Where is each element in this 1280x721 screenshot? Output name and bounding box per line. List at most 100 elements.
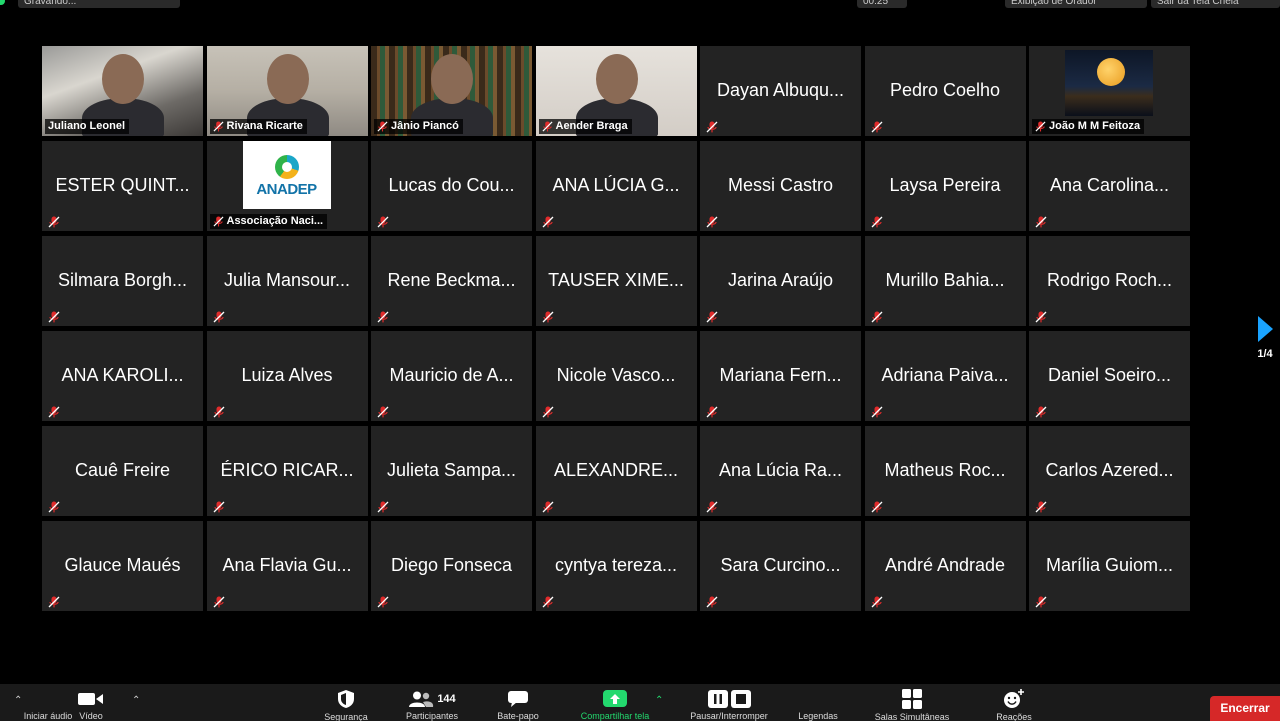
logo-text: ANADEP [256, 181, 317, 198]
people-icon [409, 691, 434, 707]
audio-label: Iniciar áudio [23, 711, 73, 721]
participant-tile[interactable]: Lucas do Cou... [371, 141, 532, 231]
exit-fullscreen-button[interactable]: Sair da Tela Cheia [1151, 0, 1280, 8]
participant-tile[interactable]: Messi Castro [700, 141, 861, 231]
participant-tile[interactable]: Carlos Azered... [1029, 426, 1190, 516]
chat-label: Bate-papo [497, 711, 539, 721]
participant-tile[interactable]: ALEXANDRE... [535, 426, 697, 516]
participant-name: Pedro Coelho [889, 80, 1001, 100]
participant-tile[interactable]: Cauê Freire [42, 426, 203, 516]
next-page-control[interactable]: 1/4 [1252, 316, 1278, 360]
participant-tile[interactable]: André Andrade [864, 521, 1026, 611]
participant-tile[interactable]: Glauce Maués [42, 521, 203, 611]
share-options-caret-icon[interactable]: ⌃ [655, 695, 663, 706]
participant-tile[interactable]: Rodrigo Roch... [1029, 236, 1190, 326]
muted-microphone-icon [1035, 121, 1046, 132]
participant-tile[interactable]: Mauricio de A... [371, 331, 532, 421]
participant-tile[interactable]: Matheus Roc... [864, 426, 1026, 516]
participant-name-label: Juliano Leonel [45, 119, 130, 134]
participant-tile[interactable]: ANA KAROLI... [42, 331, 203, 421]
reactions-button[interactable]: Reações [986, 684, 1042, 721]
participant-tile[interactable]: Julieta Sampa... [371, 426, 532, 516]
participant-tile[interactable]: Daniel Soeiro... [1029, 331, 1190, 421]
video-options-caret-icon[interactable]: ⌃ [132, 695, 140, 706]
participant-name: Laysa Pereira [889, 175, 1001, 195]
participant-name-label: João M M Feitoza [1032, 119, 1145, 134]
participant-name: Marília Guiom... [1045, 555, 1174, 575]
muted-microphone-icon [871, 595, 883, 608]
participant-tile[interactable]: Diego Fonseca [371, 521, 532, 611]
muted-microphone-icon [377, 310, 389, 323]
security-button[interactable]: Segurança [316, 684, 376, 721]
end-meeting-button[interactable]: Encerrar [1210, 696, 1280, 721]
participant-tile[interactable]: Pedro Coelho [864, 46, 1026, 136]
participant-name: TAUSER XIME... [548, 270, 684, 290]
grid-icon [902, 689, 922, 709]
participant-name: Daniel Soeiro... [1047, 365, 1172, 385]
video-camera-icon [78, 689, 104, 708]
audio-button[interactable]: Iniciar áudio [24, 684, 73, 721]
audio-options-caret-icon[interactable]: ⌃ [14, 695, 22, 706]
chat-button[interactable]: Bate-papo [488, 684, 548, 721]
participant-name: Aender Braga [555, 120, 628, 132]
participant-tile[interactable]: ANA LÚCIA G... [535, 141, 697, 231]
recording-indicator-icon [0, 0, 5, 5]
participant-tile[interactable]: Mariana Fern... [700, 331, 861, 421]
muted-microphone-icon [1035, 595, 1047, 608]
participant-name: Ana Lúcia Ra... [718, 460, 843, 480]
participant-tile[interactable]: ÉRICO RICAR... [206, 426, 368, 516]
participant-tile[interactable]: Jânio Piancó [371, 46, 532, 136]
participant-name: Dayan Albuqu... [716, 80, 845, 100]
participant-name: Nicole Vasco... [556, 365, 676, 385]
participant-name-label: Jânio Piancó [374, 119, 463, 134]
participant-tile[interactable]: Sara Curcino... [700, 521, 861, 611]
participant-tile[interactable]: Marília Guiom... [1029, 521, 1190, 611]
participant-name: Carlos Azered... [1045, 460, 1174, 480]
participant-tile[interactable]: ESTER QUINT... [42, 141, 203, 231]
participants-button[interactable]: 144 Participantes [396, 684, 468, 721]
pause-icon [707, 689, 728, 708]
chat-bubble-icon [507, 689, 529, 708]
participant-tile[interactable]: Laysa Pereira [864, 141, 1026, 231]
recording-chip[interactable]: Gravando... [18, 0, 180, 8]
participant-tile[interactable]: Luiza Alves [206, 331, 368, 421]
participant-tile[interactable]: Aender Braga [535, 46, 697, 136]
participant-tile[interactable]: Ana Lúcia Ra... [700, 426, 861, 516]
participant-tile[interactable]: cyntya tereza... [535, 521, 697, 611]
participant-tile[interactable]: Rene Beckma... [371, 236, 532, 326]
security-label: Segurança [324, 712, 368, 721]
participant-tile[interactable]: Nicole Vasco... [535, 331, 697, 421]
breakout-rooms-button[interactable]: Salas Simultâneas [862, 684, 962, 721]
participant-tile[interactable]: Rivana Ricarte [206, 46, 368, 136]
participant-tile[interactable]: Murillo Bahia... [864, 236, 1026, 326]
participant-name: Messi Castro [727, 175, 834, 195]
participant-tile[interactable]: Ana Carolina... [1029, 141, 1190, 231]
participant-tile[interactable]: Juliano Leonel [42, 46, 203, 136]
share-screen-button[interactable]: Compartilhar tela [568, 684, 662, 721]
smiley-plus-icon [1003, 689, 1025, 709]
participant-tile[interactable]: Julia Mansour... [206, 236, 368, 326]
participant-name: Ana Flavia Gu... [222, 555, 352, 575]
participant-tile[interactable]: Jarina Araújo [700, 236, 861, 326]
participants-label: Participantes [405, 711, 459, 721]
captions-button[interactable]: Legendas [790, 684, 846, 721]
participant-tile[interactable]: ANADEP Associação Naci... [206, 141, 368, 231]
video-button[interactable]: Vídeo [74, 684, 108, 721]
muted-microphone-icon [377, 121, 388, 132]
view-toggle-button[interactable]: Exibição de Orador [1005, 0, 1147, 8]
muted-microphone-icon [542, 405, 554, 418]
participant-tile[interactable]: Adriana Paiva... [864, 331, 1026, 421]
participants-count: 144 [437, 692, 456, 705]
participant-tile[interactable]: TAUSER XIME... [535, 236, 697, 326]
muted-microphone-icon [1035, 405, 1047, 418]
participant-tile[interactable]: Ana Flavia Gu... [206, 521, 368, 611]
next-page-arrow-icon[interactable] [1257, 316, 1273, 342]
captions-label: Legendas [798, 711, 838, 721]
participant-name: Lucas do Cou... [388, 175, 515, 195]
participant-tile[interactable]: Dayan Albuqu... [700, 46, 861, 136]
participant-tile[interactable]: Silmara Borgh... [42, 236, 203, 326]
participant-name: Julia Mansour... [223, 270, 351, 290]
participant-tile[interactable]: João M M Feitoza [1029, 46, 1190, 136]
record-control-button[interactable]: Pausar/Interromper [682, 684, 776, 721]
muted-microphone-icon [706, 595, 718, 608]
